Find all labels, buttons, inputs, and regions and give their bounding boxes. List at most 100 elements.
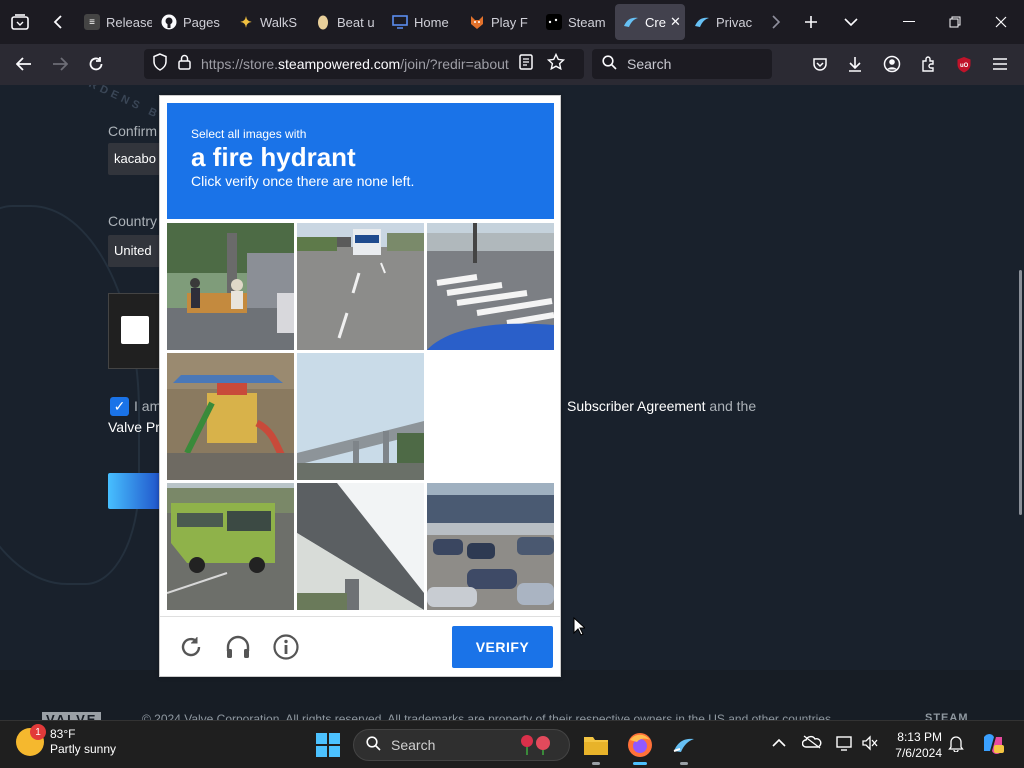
forward-icon[interactable] — [42, 48, 78, 80]
tab-overview-icon[interactable] — [0, 0, 40, 44]
extensions-icon[interactable] — [916, 52, 940, 76]
tile-playground[interactable] — [167, 353, 294, 480]
ublock-icon[interactable]: uO — [952, 52, 976, 76]
monitor-icon — [392, 14, 408, 30]
tile-bridge[interactable] — [297, 483, 424, 610]
tile-green-bus[interactable] — [167, 483, 294, 610]
network-icon[interactable] — [836, 735, 854, 754]
lock-icon[interactable] — [178, 54, 191, 75]
tile-parking-lot[interactable] — [427, 483, 554, 610]
search-placeholder: Search — [627, 56, 672, 72]
reload-challenge-icon[interactable] — [176, 632, 206, 662]
show-hidden-icons-chevron-icon[interactable] — [772, 735, 786, 751]
tab-scroll-left-icon[interactable] — [40, 0, 76, 44]
recaptcha-checkbox[interactable] — [121, 316, 149, 344]
tracking-protection-icon[interactable] — [152, 52, 168, 76]
tab-walks[interactable]: ✦ WalkS — [230, 4, 306, 40]
url-prefix: https://store. — [201, 56, 279, 72]
tile-road-bus[interactable] — [297, 223, 424, 350]
windows-taskbar: 1 83°F Partly sunny Search 8:13 PM 7/6/2… — [0, 720, 1024, 768]
reload-icon[interactable] — [78, 48, 114, 80]
tab-create-account[interactable]: Cre ✕ — [615, 4, 685, 40]
fox-icon — [469, 14, 485, 30]
tile-street-people[interactable] — [167, 223, 294, 350]
running-indicator — [633, 762, 647, 765]
privacy-policy-link[interactable]: Valve Pr — [108, 419, 160, 435]
tab-strip: ≡ Releases Pages ✦ WalkS Beat u Home Pla… — [0, 0, 1024, 44]
minimize-icon[interactable] — [886, 0, 932, 44]
agree-checkbox[interactable]: ✓ — [110, 397, 129, 416]
search-icon — [602, 55, 617, 73]
tab-label: Pages — [183, 14, 220, 30]
pocket-icon[interactable] — [808, 52, 832, 76]
verify-button[interactable]: VERIFY — [452, 626, 553, 668]
copilot-icon[interactable] — [980, 731, 1006, 760]
back-icon[interactable] — [6, 48, 42, 80]
tab-home[interactable]: Home — [384, 4, 460, 40]
tile-crosswalk[interactable] — [427, 223, 554, 350]
menu-icon[interactable] — [988, 52, 1012, 76]
agree-text: I am — [134, 398, 162, 414]
windows-start-icon[interactable] — [316, 733, 340, 757]
image-grid — [167, 223, 554, 610]
file-explorer-icon[interactable] — [580, 729, 612, 765]
taskbar-search[interactable]: Search — [353, 729, 570, 761]
steam-icon — [694, 14, 710, 30]
taskbar-search-label: Search — [391, 737, 436, 753]
page-footer: VALVE © 2024 Valve Corporation. All righ… — [0, 670, 1024, 720]
tab-play[interactable]: Play F — [461, 4, 537, 40]
agree-suffix: and the — [709, 398, 757, 414]
onedrive-icon[interactable] — [801, 735, 822, 752]
close-tab-icon[interactable]: ✕ — [670, 14, 681, 30]
reader-view-icon[interactable] — [519, 53, 533, 75]
weather-widget[interactable]: 1 83°F Partly sunny — [16, 724, 116, 757]
tab-steam[interactable]: Steam — [538, 4, 614, 40]
firefox-icon[interactable] — [624, 729, 656, 765]
navigation-toolbar: https://store.steampowered.com/join/?red… — [0, 44, 1024, 85]
downloads-icon[interactable] — [843, 52, 867, 76]
valve-logo[interactable]: VALVE — [42, 712, 102, 720]
tab-beat[interactable]: Beat u — [307, 4, 383, 40]
search-bar[interactable]: Search — [592, 49, 772, 79]
challenge-header: Select all images with a fire hydrant Cl… — [167, 103, 554, 219]
subscriber-agreement-link[interactable]: Subscriber Agreement — [567, 398, 706, 414]
tab-scroll-right-icon[interactable] — [763, 0, 789, 44]
volume-muted-icon[interactable] — [862, 735, 878, 754]
clock-date: 7/6/2024 — [895, 746, 942, 760]
tile-overpass[interactable] — [297, 353, 424, 480]
close-window-icon[interactable] — [978, 0, 1024, 44]
url-domain: steampowered.com — [278, 56, 401, 72]
tab-label: WalkS — [260, 14, 298, 30]
steam-icon — [623, 14, 639, 30]
url-bar[interactable]: https://store.steampowered.com/join/?red… — [144, 49, 584, 79]
restore-icon[interactable] — [932, 0, 978, 44]
tab-releases[interactable]: ≡ Releases — [76, 4, 152, 40]
list-all-tabs-icon[interactable] — [833, 0, 869, 44]
confirm-email-label: Confirm — [108, 123, 158, 139]
url-text[interactable]: https://store.steampowered.com/join/?red… — [201, 56, 511, 72]
new-tab-icon[interactable] — [789, 0, 833, 44]
notification-bell-icon[interactable] — [948, 735, 964, 755]
account-icon[interactable] — [880, 52, 904, 76]
system-clock[interactable]: 8:13 PM 7/6/2024 — [886, 729, 942, 761]
tab-pages[interactable]: Pages — [153, 4, 229, 40]
steam-app-icon[interactable] — [668, 729, 700, 765]
page-scrollbar[interactable] — [1019, 270, 1022, 515]
egg-icon — [315, 14, 331, 30]
bookmark-star-icon[interactable] — [546, 52, 566, 75]
tile-empty[interactable] — [427, 353, 554, 480]
partly-sunny-icon: 1 — [16, 724, 46, 756]
audio-challenge-icon[interactable] — [223, 632, 253, 662]
roses-icon — [517, 733, 557, 758]
github-icon — [161, 14, 177, 30]
tab-label: Privac — [716, 14, 753, 30]
agree-text-continued: Subscriber Agreement and the — [567, 398, 756, 414]
tab-label: Beat u — [337, 14, 375, 30]
info-icon[interactable] — [271, 632, 301, 662]
tab-privacy[interactable]: Privac — [686, 4, 762, 40]
steam-logo[interactable]: STEAM — [925, 712, 969, 720]
tab-label: Play F — [491, 14, 528, 30]
weather-temperature: 83°F — [50, 727, 76, 741]
tab-label: Cre — [645, 14, 666, 30]
search-icon — [366, 736, 381, 754]
